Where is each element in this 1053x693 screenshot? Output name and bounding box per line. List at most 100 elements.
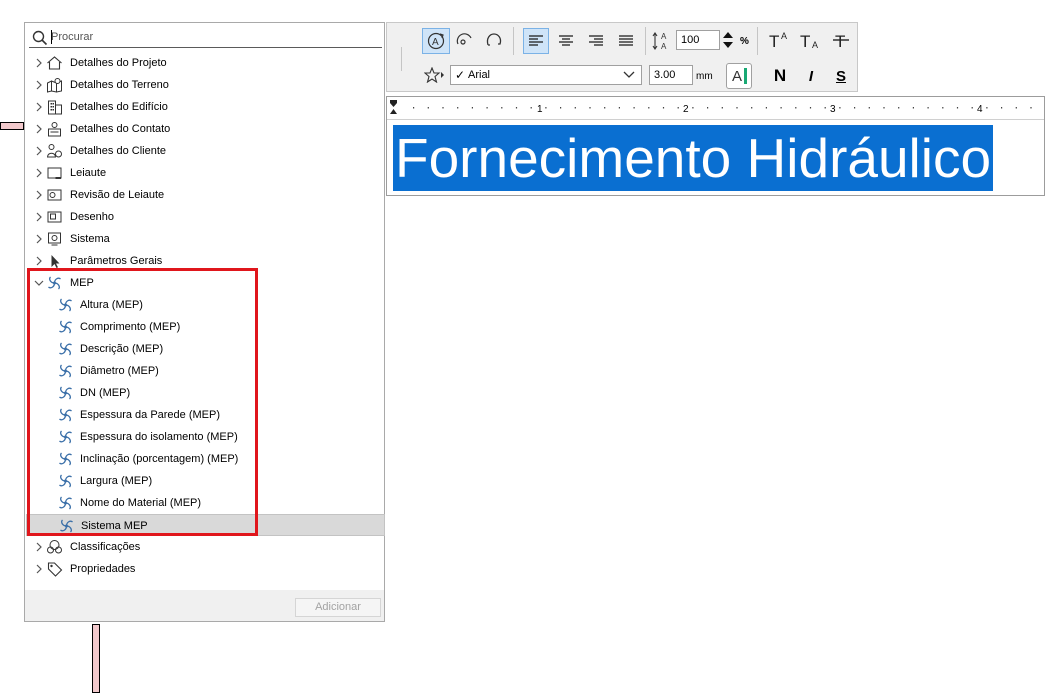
tree-item-label: Espessura do isolamento (MEP) [80,431,238,443]
system-icon [48,232,61,246]
tree-item[interactable]: Detalhes do Cliente [26,140,385,162]
chevron-right-icon[interactable] [34,564,44,574]
align-center-icon [559,35,573,46]
chevron-right-icon[interactable] [34,80,44,90]
mep-child-item[interactable]: Espessura do isolamento (MEP) [26,426,385,448]
classification-icon [47,540,62,554]
text-along-path-button[interactable]: A [422,28,450,54]
chevron-down-icon[interactable] [34,278,44,288]
mep-child-item[interactable]: Largura (MEP) [26,470,385,492]
svg-text:T: T [835,32,845,50]
tree-item[interactable]: Desenho [26,206,385,228]
text-edit-frame[interactable]: 1 2 3 4 Fornecimento Hidráulico [386,96,1045,196]
align-right-button[interactable] [585,30,607,52]
align-justify-button[interactable] [615,30,637,52]
chevron-right-icon[interactable] [34,190,44,200]
line-spacing-input[interactable]: 100 [676,30,720,50]
align-right-icon [589,35,603,46]
chevron-right-icon[interactable] [34,234,44,244]
superscript-button[interactable]: TA [768,29,790,51]
chevron-right-icon[interactable] [34,542,44,552]
search-field[interactable]: Procurar [29,27,382,48]
align-center-button[interactable] [555,30,577,52]
text-toolbar: A AA 100 % TA TA T ✓ Arial 3.00 mm A N I… [386,22,858,92]
mep-icon [60,519,73,533]
align-left-button[interactable] [523,28,549,54]
spinner-arrows-icon[interactable] [721,29,735,51]
svg-text:T: T [769,32,779,50]
search-icon [32,30,48,46]
tree-item-label: Propriedades [70,563,136,575]
ruler-label-2: 2 [683,104,689,115]
mep-child-item[interactable]: Descrição (MEP) [26,338,385,360]
chevron-right-icon[interactable] [34,256,44,266]
layout-icon [47,167,62,179]
mep-child-item[interactable]: Nome do Material (MEP) [26,492,385,514]
bold-button[interactable]: N [769,65,791,87]
mep-child-item[interactable]: Espessura da Parede (MEP) [26,404,385,426]
mep-child-item[interactable]: Comprimento (MEP) [26,316,385,338]
tree-item[interactable]: Detalhes do Terreno [26,74,385,96]
text-lasso-button[interactable] [483,29,505,51]
tree-item-label: Sistema MEP [81,520,148,532]
underline-button[interactable]: S [830,65,852,87]
strikethrough-button[interactable]: T [830,29,852,51]
tree-item[interactable]: Propriedades [26,558,385,580]
selected-text[interactable]: Fornecimento Hidráulico [393,125,994,191]
mep-child-item[interactable]: Inclinação (porcentagem) (MEP) [26,448,385,470]
chevron-right-icon[interactable] [34,212,44,222]
attribute-picker-panel: Procurar Detalhes do Projeto Detalhes do … [24,22,385,622]
font-size-input[interactable]: 3.00 [649,65,693,85]
client-icon [46,144,62,158]
italic-label: I [808,67,814,85]
mep-icon [59,430,72,444]
chevron-down-icon [623,71,635,78]
mep-child-item[interactable]: Sistema MEP [26,514,385,536]
tree-item[interactable]: Sistema [26,228,385,250]
tree-item[interactable]: Parâmetros Gerais [26,250,385,272]
ruler[interactable]: 1 2 3 4 [387,97,1044,120]
align-left-icon [529,35,543,46]
favorites-star-icon[interactable] [424,67,446,83]
tree-item-label: Altura (MEP) [80,299,143,311]
tree-item[interactable]: Detalhes do Contato [26,118,385,140]
tree-item[interactable]: Classificações [26,536,385,558]
italic-button[interactable]: I [800,65,822,87]
text-rotate-icon: A [427,32,445,50]
tree-item-label: Nome do Material (MEP) [80,497,202,509]
tree-item[interactable]: Revisão de Leiaute [26,184,385,206]
text-color-button[interactable]: A [726,63,752,89]
mep-child-item[interactable]: Altura (MEP) [26,294,385,316]
svg-text:A: A [432,37,439,48]
strikethrough-icon: T [833,32,849,50]
text-curve-button[interactable] [454,29,476,51]
tree-item-label: Detalhes do Terreno [70,79,169,91]
mep-icon [59,474,72,488]
lasso-icon [486,33,502,46]
mep-child-item[interactable]: DN (MEP) [26,382,385,404]
tree-item[interactable]: Detalhes do Projeto [26,52,385,74]
align-justify-icon [619,35,633,46]
svg-text:A: A [812,40,818,50]
tree-item-label: Descrição (MEP) [80,343,164,355]
svg-text:A: A [781,31,787,41]
mep-child-item[interactable]: Diâmetro (MEP) [26,360,385,382]
drawing-line-horizontal [0,122,24,130]
chevron-right-icon[interactable] [34,124,44,134]
tree-item[interactable]: MEP [26,272,385,294]
ruler-label-1: 1 [537,104,543,115]
tree-item[interactable]: Detalhes do Edifício [26,96,385,118]
chevron-right-icon[interactable] [34,146,44,156]
text-color-swatch [744,68,747,84]
search-placeholder: Procurar [51,31,94,43]
tree-item[interactable]: Leiaute [26,162,385,184]
chevron-right-icon[interactable] [34,58,44,68]
font-select[interactable]: ✓ Arial [450,65,642,85]
chevron-right-icon[interactable] [34,168,44,178]
add-button[interactable]: Adicionar [295,598,381,617]
mep-icon [59,496,72,510]
drawing-icon [47,211,62,223]
chevron-right-icon[interactable] [34,102,44,112]
subscript-button[interactable]: TA [799,29,821,51]
tag-icon [47,562,63,577]
